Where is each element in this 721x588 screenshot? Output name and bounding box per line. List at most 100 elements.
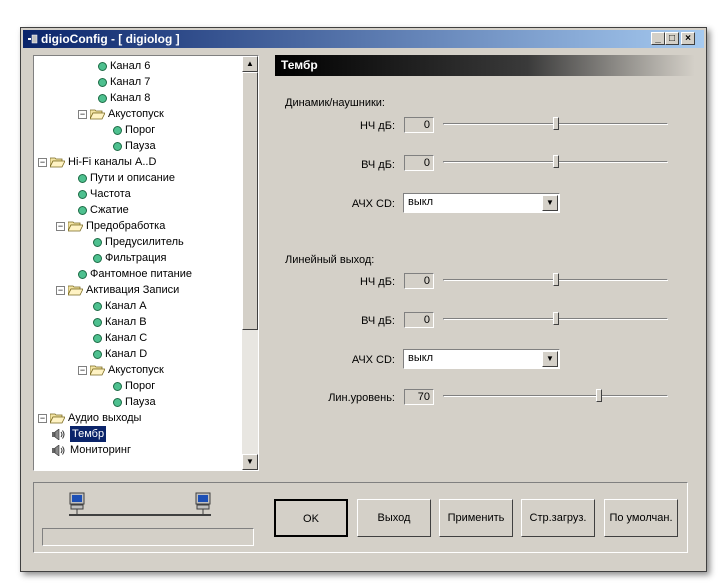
scroll-thumb[interactable] (242, 72, 258, 330)
tree-item-label: Фантомное питание (90, 268, 192, 280)
green-dot-icon (98, 62, 107, 71)
tree-item[interactable]: Канал 6 (34, 58, 242, 74)
speakers-afc-value: выкл (408, 196, 434, 208)
maximize-button[interactable]: □ (665, 32, 679, 45)
tree-item[interactable]: − Hi-Fi каналы A..D (34, 154, 242, 170)
speakers-high-slider[interactable] (443, 153, 668, 173)
tree-item-label: Hi-Fi каналы A..D (68, 156, 157, 168)
speaker-icon (52, 445, 65, 456)
scroll-up-button[interactable]: ▲ (242, 56, 258, 72)
line-low-slider[interactable] (443, 271, 668, 291)
ok-button[interactable]: OK (274, 499, 348, 537)
tree-item[interactable]: Канал D (34, 346, 242, 362)
tree-item-label: Активация Записи (86, 284, 180, 296)
line-high-slider[interactable] (443, 310, 668, 330)
tree-item-label: Порог (125, 380, 156, 392)
tree-scrollbar[interactable]: ▲ ▼ (242, 56, 258, 470)
tree-item[interactable]: Канал A (34, 298, 242, 314)
settings-tree[interactable]: ▲ ▼ Канал 6 Канал 7 Канал 8 − Акустопуск Поро… (33, 55, 259, 471)
tree-item[interactable]: Пауза (34, 138, 242, 154)
speakers-section-label: Динамик/наушники: (285, 97, 385, 109)
slider-knob[interactable] (596, 389, 603, 402)
folder-open-icon (90, 365, 105, 376)
line-out-section-label: Линейный выход: (285, 254, 375, 266)
tree-item-label: Тембр (70, 426, 107, 442)
tree-item-label: Канал B (105, 316, 147, 328)
tree-item[interactable]: Фантомное питание (34, 266, 242, 282)
scroll-down-button[interactable]: ▼ (242, 454, 258, 470)
tree-item[interactable]: Канал B (34, 314, 242, 330)
speakers-low-slider[interactable] (443, 115, 668, 135)
slider-knob[interactable] (552, 155, 559, 168)
tree-item[interactable]: Тембр (34, 426, 242, 442)
minimize-button[interactable]: _ (651, 32, 665, 45)
tree-item[interactable]: Мониторинг (34, 442, 242, 458)
line-high-value: 0 (404, 312, 434, 328)
tree-item-label: Частота (90, 188, 131, 200)
tree-item-label: Сжатие (90, 204, 129, 216)
green-dot-icon (98, 94, 107, 103)
network-link-icon (69, 492, 211, 516)
speakers-afc-select[interactable]: выкл ▼ (403, 193, 560, 213)
exit-button[interactable]: Выход (357, 499, 431, 537)
line-afc-value: выкл (408, 352, 434, 364)
load-page-button[interactable]: Стр.загруз. (521, 499, 595, 537)
collapse-icon[interactable]: − (78, 110, 87, 119)
tree-item[interactable]: Сжатие (34, 202, 242, 218)
speaker-icon (52, 429, 65, 440)
tree-item[interactable]: Порог (34, 378, 242, 394)
collapse-icon[interactable]: − (56, 286, 65, 295)
tree-item-label: Пауза (125, 140, 156, 152)
tree-item-label: Фильтрация (105, 252, 167, 264)
slider-knob[interactable] (552, 312, 559, 325)
tree-item[interactable]: Фильтрация (34, 250, 242, 266)
tree-item-label: Мониторинг (70, 444, 132, 456)
collapse-icon[interactable]: − (38, 414, 47, 423)
slider-knob[interactable] (552, 273, 559, 286)
green-dot-icon (93, 334, 102, 343)
green-dot-icon (78, 206, 87, 215)
tree-item[interactable]: − Активация Записи (34, 282, 242, 298)
title-bar[interactable]: digioConfig - [ digiolog ] _ □ × (23, 30, 704, 48)
line-afc-select[interactable]: выкл ▼ (403, 349, 560, 369)
collapse-icon[interactable]: − (38, 158, 47, 167)
folder-open-icon (68, 221, 83, 232)
tree-item[interactable]: Порог (34, 122, 242, 138)
tree-item[interactable]: − Акустопуск (34, 106, 242, 122)
green-dot-icon (93, 254, 102, 263)
slider-knob[interactable] (552, 117, 559, 130)
chevron-down-icon[interactable]: ▼ (542, 195, 558, 211)
chevron-down-icon[interactable]: ▼ (542, 351, 558, 367)
green-dot-icon (113, 142, 122, 151)
collapse-icon[interactable]: − (78, 366, 87, 375)
panel-title: Тембр (275, 55, 695, 76)
line-level-label: Лин.уровень: (328, 392, 395, 404)
window-title: digioConfig - [ digiolog ] (41, 32, 180, 46)
tree-item[interactable]: − Аудио выходы (34, 410, 242, 426)
apply-button[interactable]: Применить (439, 499, 513, 537)
tree-item[interactable]: − Акустопуск (34, 362, 242, 378)
tree-item-label: Предобработка (86, 220, 166, 232)
tree-item[interactable]: Канал 8 (34, 90, 242, 106)
green-dot-icon (93, 350, 102, 359)
tree-item-label: Порог (125, 124, 156, 136)
collapse-icon[interactable]: − (56, 222, 65, 231)
tree-item-label: Аудио выходы (68, 412, 142, 424)
tree-item[interactable]: Канал 7 (34, 74, 242, 90)
tree-item[interactable]: Частота (34, 186, 242, 202)
line-level-value: 70 (404, 389, 434, 405)
line-level-slider[interactable] (443, 387, 668, 407)
close-button[interactable]: × (681, 32, 695, 45)
tree-item[interactable]: Предусилитель (34, 234, 242, 250)
tree-item[interactable]: Пути и описание (34, 170, 242, 186)
folder-open-icon (50, 413, 65, 424)
tree-item-label: Канал 6 (110, 60, 151, 72)
green-dot-icon (78, 270, 87, 279)
tree-item[interactable]: Пауза (34, 394, 242, 410)
tree-item[interactable]: Канал C (34, 330, 242, 346)
line-low-value: 0 (404, 273, 434, 289)
defaults-button[interactable]: По умолчан. (604, 499, 678, 537)
tree-item[interactable]: − Предобработка (34, 218, 242, 234)
green-dot-icon (93, 318, 102, 327)
green-dot-icon (78, 190, 87, 199)
